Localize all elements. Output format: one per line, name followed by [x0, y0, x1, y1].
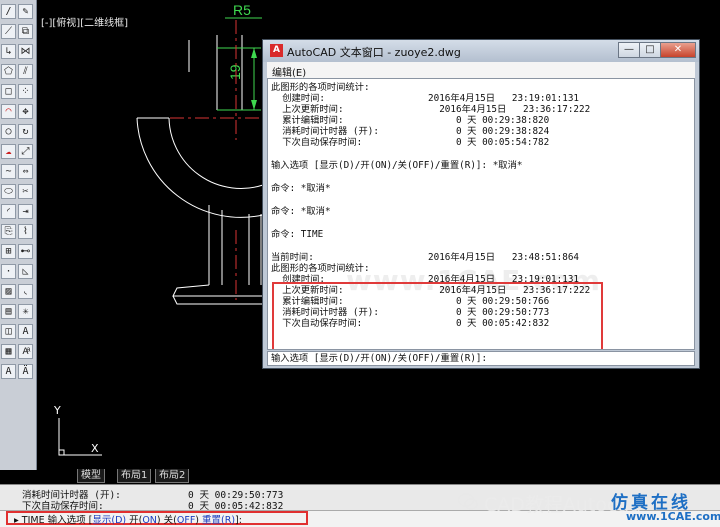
- command-prompt-icon: ▸: [14, 515, 22, 526]
- explode-tool-icon[interactable]: ✳: [18, 304, 33, 319]
- option-display[interactable]: 显示(D): [92, 515, 126, 526]
- text-window-history[interactable]: www.1CAE.com 此图形的各项时间统计: 创建时间: 2016年4月15日…: [267, 78, 695, 350]
- break-tool-icon[interactable]: ⌇: [18, 224, 33, 239]
- tab-model[interactable]: 模型: [77, 469, 105, 483]
- menu-edit[interactable]: 编辑(E): [272, 64, 306, 79]
- history-line: 命令: TIME: [271, 229, 324, 240]
- spline-tool-icon[interactable]: ~: [1, 164, 16, 179]
- history-line: 命令: *取消*: [271, 206, 331, 217]
- autocad-app-icon: A: [270, 44, 283, 57]
- draw-toolbar-column-2: ✎ ⧉ ⋈ ⫽ ⁘ ✥ ↻ ⤢ ⇔ ✂ ⇥ ⌇ ⊷ ◺ ◟ ✳ A Aͣ Ä: [18, 4, 34, 384]
- option-off-pre: 关(: [160, 515, 177, 526]
- input-prompt: 输入选项 [显示(D)/开(ON)/关(OFF)/重置(R)]:: [271, 353, 488, 364]
- draw-toolbar: / ⟋ ↳ ⬠ □ ◠ ○ ☁ ~ ⬭ ◜ ⎘ ⊞ · ▨ ▤ ◫ ▦ A ✎ …: [0, 0, 37, 470]
- minimize-button[interactable]: —: [618, 42, 640, 58]
- option-on-pre: 开(: [126, 515, 143, 526]
- text-edit-tool-icon[interactable]: Ä: [18, 364, 33, 379]
- text-style-tool-icon[interactable]: Aͣ: [18, 344, 33, 359]
- ucs-x-label: X: [91, 442, 99, 455]
- fillet-tool-icon[interactable]: ◟: [18, 284, 33, 299]
- dimension-arrow: [251, 48, 257, 58]
- line-tool-icon[interactable]: /: [1, 4, 16, 19]
- dimension-arrow: [251, 100, 257, 110]
- stretch-tool-icon[interactable]: ⇔: [18, 164, 33, 179]
- autocad-text-window: A AutoCAD 文本窗口 - zuoye2.dwg — □ ✕ 编辑(E) …: [262, 39, 700, 369]
- revision-cloud-tool-icon[interactable]: ☁: [1, 144, 16, 159]
- maximize-button[interactable]: □: [639, 42, 661, 58]
- mirror-tool-icon[interactable]: ⋈: [18, 44, 33, 59]
- insert-block-tool-icon[interactable]: ⎘: [1, 224, 16, 239]
- command-suffix: ]:: [235, 515, 242, 526]
- rectangle-tool-icon[interactable]: □: [1, 84, 16, 99]
- mtext-tool-icon[interactable]: A: [1, 364, 16, 379]
- dimension-text-r: R5: [233, 2, 251, 18]
- extend-tool-icon[interactable]: ⇥: [18, 204, 33, 219]
- rotate-tool-icon[interactable]: ↻: [18, 124, 33, 139]
- text-window-titlebar[interactable]: A AutoCAD 文本窗口 - zuoye2.dwg — □ ✕: [263, 40, 699, 62]
- offset-tool-icon[interactable]: ⫽: [18, 64, 33, 79]
- hatch-tool-icon[interactable]: ▨: [1, 284, 16, 299]
- time-output-highlight: [272, 282, 603, 349]
- ellipse-arc-tool-icon[interactable]: ◜: [1, 204, 16, 219]
- viewport-controls-label[interactable]: [-][俯视][二维线框]: [41, 14, 128, 29]
- region-tool-icon[interactable]: ◫: [1, 324, 16, 339]
- construction-line-tool-icon[interactable]: ⟋: [1, 24, 16, 39]
- layout-tabs: 模型 布局1 布局2: [37, 469, 720, 483]
- copy-tool-icon[interactable]: ⧉: [18, 24, 33, 39]
- tab-layout1[interactable]: 布局1: [117, 469, 152, 483]
- draw-toolbar-column-1: / ⟋ ↳ ⬠ □ ◠ ○ ☁ ~ ⬭ ◜ ⎘ ⊞ · ▨ ▤ ◫ ▦ A: [1, 4, 17, 384]
- command-history: 消耗时间计时器 (开): 0 天 00:29:50:773 下次自动保存时间: …: [0, 484, 720, 512]
- option-off[interactable]: OFF: [177, 515, 195, 526]
- array-tool-icon[interactable]: ⁘: [18, 84, 33, 99]
- move-tool-icon[interactable]: ✥: [18, 104, 33, 119]
- erase-tool-icon[interactable]: ✎: [18, 4, 33, 19]
- text-tool-icon[interactable]: A: [18, 324, 33, 339]
- gradient-tool-icon[interactable]: ▤: [1, 304, 16, 319]
- text-window-menubar: 编辑(E): [267, 62, 695, 79]
- command-prefix: TIME 输入选项 [: [21, 515, 93, 526]
- scale-tool-icon[interactable]: ⤢: [18, 144, 33, 159]
- text-window-title: AutoCAD 文本窗口 - zuoye2.dwg: [287, 46, 461, 59]
- history-line: 命令: *取消*: [271, 183, 331, 194]
- arc-tool-icon[interactable]: ◠: [1, 104, 16, 119]
- polyline-tool-icon[interactable]: ↳: [1, 44, 16, 59]
- base-outline: [172, 295, 263, 305]
- point-tool-icon[interactable]: ·: [1, 264, 16, 279]
- close-button[interactable]: ✕: [660, 42, 696, 58]
- history-line: 输入选项 [显示(D)/开(ON)/关(OFF)/重置(R)]: *取消*: [271, 160, 523, 171]
- dimension-text: 19: [227, 64, 243, 80]
- chamfer-tool-icon[interactable]: ◺: [18, 264, 33, 279]
- circle-tool-icon[interactable]: ○: [1, 124, 16, 139]
- ellipse-tool-icon[interactable]: ⬭: [1, 184, 16, 199]
- option-on[interactable]: ON: [142, 515, 157, 526]
- outer-arc: [136, 117, 264, 218]
- inner-arc: [168, 117, 264, 189]
- polygon-tool-icon[interactable]: ⬠: [1, 64, 16, 79]
- command-line-text: ▸ TIME 输入选项 [显示(D) 开(ON) 关(OFF) 重置(R)]:: [14, 512, 242, 526]
- join-tool-icon[interactable]: ⊷: [18, 244, 33, 259]
- text-window-input[interactable]: 输入选项 [显示(D)/开(ON)/关(OFF)/重置(R)]:: [267, 351, 695, 366]
- make-block-tool-icon[interactable]: ⊞: [1, 244, 16, 259]
- ucs-y-label: Y: [53, 404, 61, 417]
- trim-tool-icon[interactable]: ✂: [18, 184, 33, 199]
- base-outline: [172, 284, 263, 297]
- table-tool-icon[interactable]: ▦: [1, 344, 16, 359]
- ucs-icon: [58, 449, 65, 456]
- tab-layout2[interactable]: 布局2: [155, 469, 190, 483]
- option-reset[interactable]: 重置(R): [199, 515, 235, 526]
